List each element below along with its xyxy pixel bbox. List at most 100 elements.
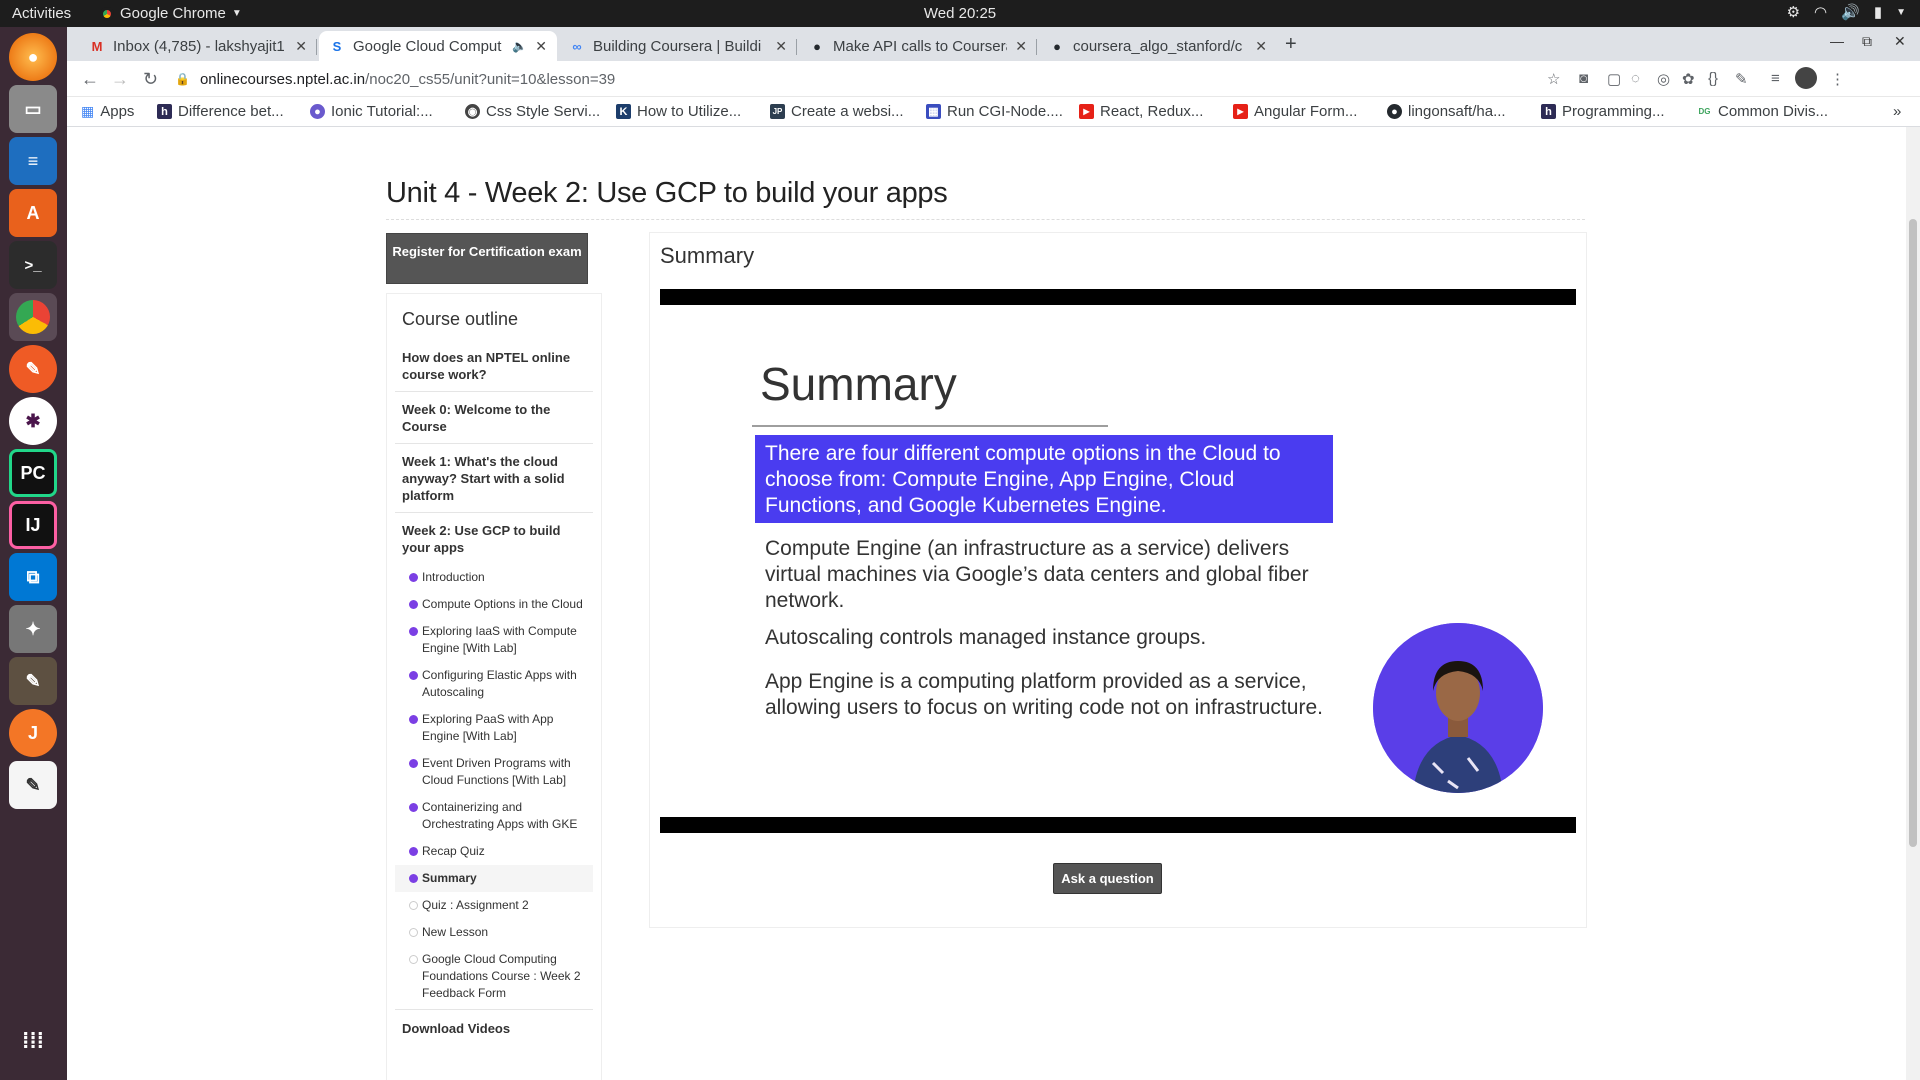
completed-dot-icon xyxy=(409,627,418,636)
terminal-icon[interactable]: >_ xyxy=(9,241,57,289)
menu-icon[interactable]: ⋮ xyxy=(1830,70,1845,88)
forward-icon[interactable]: → xyxy=(111,69,129,90)
bookmark-item[interactable]: ▶ Angular Form... xyxy=(1233,103,1357,120)
wifi-icon[interactable]: ◠ xyxy=(1814,3,1827,21)
bookmark-item[interactable]: JP Create a websi... xyxy=(770,103,904,120)
minimize-icon[interactable]: — xyxy=(1830,33,1844,49)
lesson-item[interactable]: Configuring Elastic Apps with Autoscalin… xyxy=(387,662,601,706)
camera-extension-icon[interactable]: ◙ xyxy=(1579,70,1588,87)
bookmark-item[interactable]: ◉ Css Style Servi... xyxy=(465,103,600,120)
close-window-icon[interactable]: ✕ xyxy=(1894,33,1906,50)
lesson-item[interactable]: Summary xyxy=(395,865,593,892)
extension-icon[interactable]: {} xyxy=(1708,70,1718,87)
bookmark-item[interactable]: DG Common Divis... xyxy=(1697,103,1829,120)
chevron-down-icon[interactable]: ▼ xyxy=(1896,7,1906,18)
back-icon[interactable]: ← xyxy=(81,69,99,90)
video-player[interactable]: Summary There are four different compute… xyxy=(660,289,1576,833)
eyedropper-icon[interactable]: ✎ xyxy=(1735,70,1748,88)
pycharm-icon[interactable]: PC xyxy=(9,449,57,497)
bookmark-item[interactable]: h Difference bet... xyxy=(157,103,284,120)
files-icon[interactable]: ▭ xyxy=(9,85,57,133)
volume-icon[interactable]: 🔊 xyxy=(1841,3,1860,21)
lesson-item[interactable]: Recap Quiz xyxy=(387,838,601,865)
bookmark-item[interactable]: h Programming... xyxy=(1541,103,1665,120)
lesson-item[interactable]: Exploring IaaS with Compute Engine [With… xyxy=(387,618,601,662)
lesson-item[interactable]: Google Cloud Computing Foundations Cours… xyxy=(387,946,601,1007)
bookmarks-bar: ▦ Apps h Difference bet... ● Ionic Tutorial… xyxy=(67,97,1920,127)
bookmark-item[interactable]: ● lingonsaft/ha... xyxy=(1387,103,1506,120)
tab-building-coursera[interactable]: ∞ Building Coursera | Buildi ✕ xyxy=(559,31,797,61)
chrome-dock-icon[interactable] xyxy=(9,293,57,341)
completed-dot-icon xyxy=(409,759,418,768)
lesson-item[interactable]: Introduction xyxy=(387,564,601,591)
register-certification-button[interactable]: Register for Certification exam xyxy=(386,233,588,284)
software-center-icon[interactable]: A xyxy=(9,189,57,237)
ask-question-button[interactable]: Ask a question xyxy=(1053,863,1162,894)
battery-icon[interactable]: ▮ xyxy=(1874,3,1882,21)
address-bar[interactable]: 🔒 onlinecourses.nptel.ac.in/noc20_cs55/u… xyxy=(175,65,1675,93)
close-tab-icon[interactable]: ✕ xyxy=(1015,38,1027,55)
outline-week-link[interactable]: Week 2: Use GCP to build your apps xyxy=(395,513,593,564)
reading-list-icon[interactable]: ≡ xyxy=(1771,70,1780,87)
lesson-label: Summary xyxy=(422,871,477,885)
profile-avatar[interactable] xyxy=(1795,67,1817,89)
lesson-item[interactable]: Containerizing and Orchestrating Apps wi… xyxy=(387,794,601,838)
clock[interactable]: Wed 20:25 xyxy=(0,5,1920,22)
lock-icon[interactable]: 🔒 xyxy=(175,72,190,86)
extension-icon[interactable]: ▢ xyxy=(1607,70,1621,88)
tab-google-cloud[interactable]: S Google Cloud Comput 🔈 ✕ xyxy=(319,31,557,61)
show-apps-icon[interactable]: ⁞⁞⁞ xyxy=(9,1017,57,1065)
extension-icon[interactable]: ◌ xyxy=(1631,70,1640,87)
lesson-item[interactable]: Quiz : Assignment 2 xyxy=(387,892,601,919)
tab-coursera-algo[interactable]: ● coursera_algo_stanford/c ✕ xyxy=(1039,31,1277,61)
bookmark-apps[interactable]: ▦ Apps xyxy=(81,103,134,120)
chrome-icon xyxy=(100,6,114,21)
page-scrollbar[interactable] xyxy=(1906,127,1920,1080)
jupyter-icon[interactable]: J xyxy=(9,709,57,757)
bookmark-item[interactable]: K How to Utilize... xyxy=(616,103,741,120)
extension-icon[interactable]: ✿ xyxy=(1682,70,1695,88)
completed-dot-icon xyxy=(409,600,418,609)
globe-icon: ◉ xyxy=(465,104,480,119)
download-videos-link[interactable]: Download Videos xyxy=(395,1009,593,1045)
new-tab-icon[interactable]: + xyxy=(1285,33,1297,56)
text-editor-icon[interactable]: ✎ xyxy=(9,761,57,809)
audio-playing-icon[interactable]: 🔈 xyxy=(512,39,527,53)
scrollbar-thumb[interactable] xyxy=(1909,219,1917,847)
outline-week-link[interactable]: How does an NPTEL online course work? xyxy=(395,340,593,392)
lesson-item[interactable]: New Lesson xyxy=(387,919,601,946)
writer-icon[interactable]: ≡ xyxy=(9,137,57,185)
close-tab-icon[interactable]: ✕ xyxy=(1255,38,1267,55)
star-icon[interactable]: ☆ xyxy=(1547,70,1560,88)
bookmark-item[interactable]: ▦ Run CGI-Node.... xyxy=(926,103,1063,120)
lesson-item[interactable]: Exploring PaaS with App Engine [With Lab… xyxy=(387,706,601,750)
tools-icon[interactable]: ✦ xyxy=(9,605,57,653)
tab-api-calls[interactable]: ● Make API calls to Coursera ✕ xyxy=(799,31,1037,61)
tab-title: coursera_algo_stanford/c xyxy=(1073,37,1243,55)
restore-icon[interactable]: ⧉ xyxy=(1862,33,1872,50)
extension-icon[interactable]: ◎ xyxy=(1657,70,1670,88)
activities-button[interactable]: Activities xyxy=(12,5,71,22)
tab-gmail[interactable]: M Inbox (4,785) - lakshyajit1 ✕ xyxy=(79,31,317,61)
postman-icon[interactable]: ✎ xyxy=(9,345,57,393)
slide-paragraph: App Engine is a computing platform provi… xyxy=(765,670,1323,719)
bookmark-item[interactable]: ● Ionic Tutorial:... xyxy=(310,103,433,120)
lesson-item[interactable]: Compute Options in the Cloud xyxy=(387,591,601,618)
close-tab-icon[interactable]: ✕ xyxy=(535,38,547,55)
more-bookmarks-icon[interactable]: » xyxy=(1893,103,1901,120)
app-menu[interactable]: Google Chrome ▼ xyxy=(100,5,242,22)
slack-icon[interactable]: ✱ xyxy=(9,397,57,445)
firefox-icon[interactable]: ● xyxy=(9,33,57,81)
lesson-item[interactable]: Event Driven Programs with Cloud Functio… xyxy=(387,750,601,794)
intellij-icon[interactable]: IJ xyxy=(9,501,57,549)
outline-week-link[interactable]: Week 1: What's the cloud anyway? Start w… xyxy=(395,444,593,513)
settings-tray-icon[interactable]: ⚙ xyxy=(1787,3,1800,21)
gimp-icon[interactable]: ✎ xyxy=(9,657,57,705)
presenter-avatar xyxy=(1373,623,1543,793)
vscode-icon[interactable]: ⧉ xyxy=(9,553,57,601)
bookmark-item[interactable]: ▶ React, Redux... xyxy=(1079,103,1203,120)
close-tab-icon[interactable]: ✕ xyxy=(295,38,307,55)
outline-week-link[interactable]: Week 0: Welcome to the Course xyxy=(395,392,593,444)
reload-icon[interactable]: ↻ xyxy=(143,69,158,90)
close-tab-icon[interactable]: ✕ xyxy=(775,38,787,55)
